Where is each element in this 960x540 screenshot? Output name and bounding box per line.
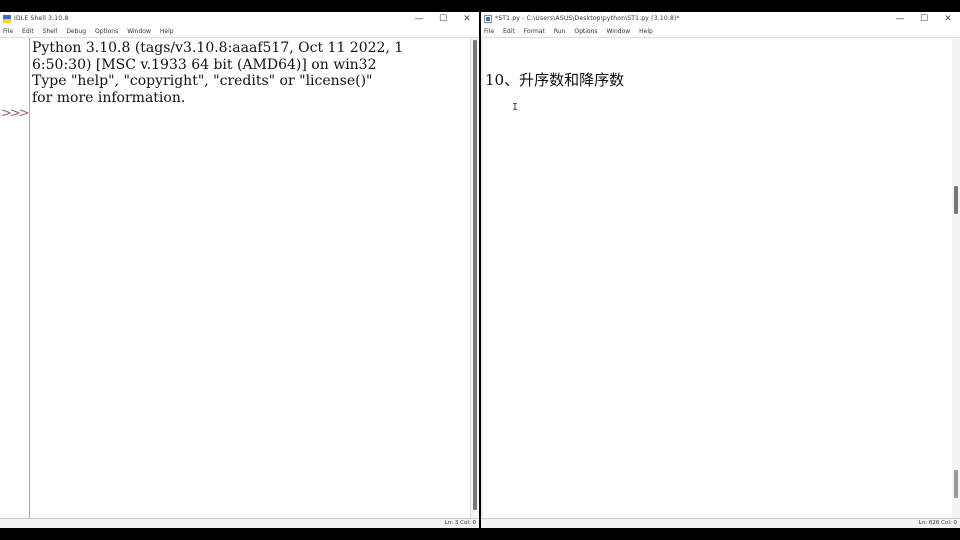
editor-scrollbar[interactable] bbox=[952, 38, 960, 519]
menu-edit[interactable]: Edit bbox=[503, 26, 515, 37]
editor-gutter bbox=[481, 38, 483, 519]
editor-text-area[interactable]: 10、升序数和降序数 I bbox=[481, 37, 960, 519]
menu-format[interactable]: Format bbox=[524, 26, 545, 37]
shell-prompt: >>> bbox=[1, 106, 30, 121]
shell-titlebar[interactable]: IDLE Shell 3.10.8 — ☐ ✕ bbox=[0, 12, 479, 26]
editor-statusbar: Ln: 626 Col: 0 bbox=[481, 518, 960, 528]
menu-options[interactable]: Options bbox=[95, 26, 118, 37]
shell-cursor-position: Ln: 3 Col: 0 bbox=[444, 520, 476, 526]
shell-content[interactable]: >>> Python 3.10.8 (tags/v3.10.8:aaaf517,… bbox=[0, 37, 479, 519]
minimize-button[interactable]: — bbox=[888, 12, 912, 26]
close-button[interactable]: ✕ bbox=[936, 12, 960, 26]
editor-menubar: File Edit Format Run Options Window Help bbox=[481, 26, 960, 37]
editor-code-line: 10、升序数和降序数 bbox=[485, 71, 625, 89]
maximize-button[interactable]: ☐ bbox=[912, 12, 936, 26]
shell-output: Python 3.10.8 (tags/v3.10.8:aaaf517, Oct… bbox=[32, 40, 404, 106]
shell-statusbar: Ln: 3 Col: 0 bbox=[0, 518, 479, 528]
shell-scroll-thumb[interactable] bbox=[473, 40, 477, 510]
menu-edit[interactable]: Edit bbox=[22, 26, 34, 37]
minimize-button[interactable]: — bbox=[407, 12, 431, 26]
shell-menubar: File Edit Shell Debug Options Window Hel… bbox=[0, 26, 479, 37]
editor-cursor-position: Ln: 626 Col: 0 bbox=[918, 520, 957, 526]
editor-titlebar[interactable]: *ST1.py - C:\Users\ASUS\Desktop\python\S… bbox=[481, 12, 960, 26]
shell-prompt-gutter: >>> bbox=[0, 38, 30, 519]
menu-debug[interactable]: Debug bbox=[66, 26, 86, 37]
python-icon bbox=[3, 15, 11, 23]
close-button[interactable]: ✕ bbox=[455, 12, 479, 26]
editor-window-title: *ST1.py - C:\Users\ASUS\Desktop\python\S… bbox=[495, 15, 680, 22]
menu-window[interactable]: Window bbox=[127, 26, 151, 37]
menu-run[interactable]: Run bbox=[554, 26, 566, 37]
shell-window-title: IDLE Shell 3.10.8 bbox=[14, 15, 69, 22]
editor-scroll-marker bbox=[954, 470, 958, 498]
menu-file[interactable]: File bbox=[3, 26, 13, 37]
menu-window[interactable]: Window bbox=[607, 26, 631, 37]
menu-options[interactable]: Options bbox=[574, 26, 597, 37]
shell-scrollbar[interactable] bbox=[470, 38, 479, 519]
python-file-icon bbox=[484, 15, 492, 23]
idle-editor-window: *ST1.py - C:\Users\ASUS\Desktop\python\S… bbox=[481, 12, 960, 528]
menu-help[interactable]: Help bbox=[639, 26, 653, 37]
menu-help[interactable]: Help bbox=[160, 26, 174, 37]
maximize-button[interactable]: ☐ bbox=[431, 12, 455, 26]
editor-scroll-thumb[interactable] bbox=[954, 186, 958, 214]
text-cursor-icon: I bbox=[512, 102, 519, 113]
menu-shell[interactable]: Shell bbox=[43, 26, 58, 37]
idle-shell-window: IDLE Shell 3.10.8 — ☐ ✕ File Edit Shell … bbox=[0, 12, 479, 528]
menu-file[interactable]: File bbox=[484, 26, 494, 37]
